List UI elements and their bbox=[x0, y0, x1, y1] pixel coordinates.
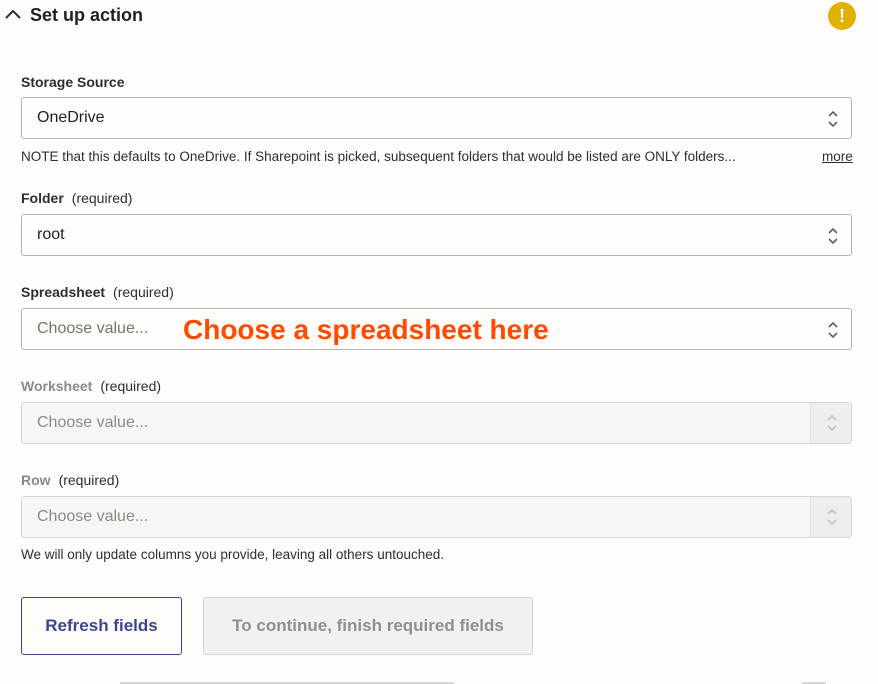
spreadsheet-label: Spreadsheet (required) bbox=[21, 284, 174, 300]
worksheet-arrow-box bbox=[810, 403, 851, 443]
folder-select[interactable]: root bbox=[21, 214, 852, 256]
row-label-text: Row bbox=[21, 472, 51, 488]
folder-label-text: Folder bbox=[21, 190, 64, 206]
up-down-arrows-icon bbox=[828, 227, 838, 245]
section-header[interactable]: Set up action ! bbox=[0, 0, 878, 34]
required-tag: (required) bbox=[71, 190, 133, 206]
worksheet-label: Worksheet (required) bbox=[21, 378, 161, 394]
storage-source-note: NOTE that this defaults to OneDrive. If … bbox=[21, 149, 736, 164]
more-link[interactable]: more bbox=[822, 149, 853, 164]
worksheet-select: Choose value... bbox=[21, 402, 852, 444]
folder-value: root bbox=[37, 226, 65, 243]
section-title: Set up action bbox=[30, 5, 144, 25]
chevron-up-icon[interactable] bbox=[4, 7, 22, 21]
spreadsheet-annotation: Choose a spreadsheet here bbox=[183, 314, 549, 345]
storage-source-value: OneDrive bbox=[37, 109, 105, 126]
continue-button[interactable]: To continue, finish required fields bbox=[203, 597, 533, 655]
up-down-arrows-icon bbox=[827, 414, 837, 432]
row-label: Row (required) bbox=[21, 472, 119, 488]
spreadsheet-placeholder: Choose value... bbox=[37, 320, 149, 337]
storage-source-select[interactable]: OneDrive bbox=[21, 97, 852, 139]
row-select: Choose value... bbox=[21, 496, 852, 538]
required-tag: (required) bbox=[113, 284, 174, 300]
up-down-arrows-icon bbox=[828, 110, 838, 128]
spreadsheet-label-text: Spreadsheet bbox=[21, 284, 106, 300]
up-down-arrows-icon bbox=[828, 321, 838, 339]
warning-icon: ! bbox=[828, 2, 856, 30]
storage-source-label-text: Storage Source bbox=[21, 74, 125, 90]
required-tag: (required) bbox=[58, 472, 120, 488]
up-down-arrows-icon bbox=[827, 508, 837, 526]
row-note: We will only update columns you provide,… bbox=[21, 547, 444, 562]
storage-source-label: Storage Source bbox=[21, 74, 124, 90]
required-tag: (required) bbox=[100, 378, 162, 394]
row-arrow-box bbox=[810, 497, 851, 537]
refresh-fields-button[interactable]: Refresh fields bbox=[21, 597, 182, 655]
row-placeholder: Choose value... bbox=[37, 508, 149, 525]
spreadsheet-select[interactable]: Choose value... Choose a spreadsheet her… bbox=[21, 308, 852, 350]
folder-label: Folder (required) bbox=[21, 190, 132, 206]
worksheet-label-text: Worksheet bbox=[21, 378, 93, 394]
worksheet-placeholder: Choose value... bbox=[37, 414, 149, 431]
